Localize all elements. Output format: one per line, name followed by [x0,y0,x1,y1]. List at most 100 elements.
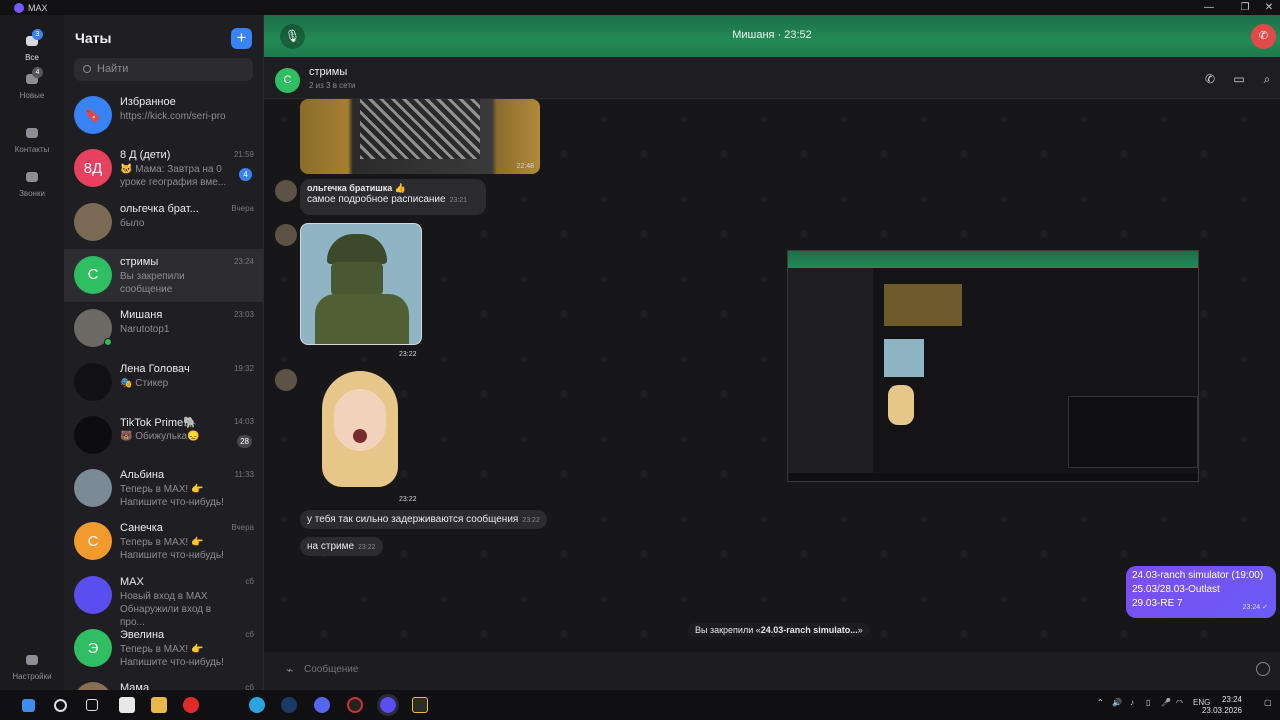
attach-icon[interactable]: ⌁ [286,663,293,677]
chat-list-item[interactable]: 🔖 Избранное https://kick.com/seri-pro [64,89,263,142]
chat-title[interactable]: стримы [309,66,347,78]
chat-list-item[interactable]: Мишаня Narutotop1 23:03 [64,302,263,355]
sender-avatar[interactable] [275,180,297,202]
sticker-memoji[interactable] [314,367,406,491]
file-explorer-icon[interactable] [151,697,167,713]
tray-chevron-icon[interactable]: ⌃ [1097,698,1104,707]
rail-settings[interactable]: Настройки [0,652,64,681]
message-text: на стриме [307,541,355,552]
image-message[interactable]: 22:48 [300,99,540,174]
pinned-message-preview: 24.03-ranch simulato... [760,625,858,635]
windows-start-icon[interactable] [22,699,35,712]
chat-name: Избранное [120,96,176,108]
rail-calls[interactable]: Звонки [0,169,64,198]
screen-share-preview[interactable] [787,250,1199,482]
rail-contacts[interactable]: Контакты [0,125,64,154]
chat-list-item[interactable]: TikTok Prime🐘 🐻 Обижулька😞 14:03 28 [64,409,263,462]
rail-label: Настройки [12,672,52,681]
search-icon[interactable] [54,699,67,712]
yandex-browser-icon[interactable] [183,697,199,713]
chat-list-panel: Чаты + Найти 🔖 Избранное https://kick.com/… [64,15,264,690]
chat-list-item[interactable]: С Санечка Теперь в MAX! 👉 Напишите что-ниб… [64,515,263,568]
tray-wifi-icon[interactable]: ◠ [1176,698,1183,707]
system-clock[interactable]: 23:24 23.03.2026 [1202,694,1242,716]
chat-list-item[interactable]: Лена Головач 🎭 Стикер 19:32 [64,356,263,409]
chat-preview: было [120,217,145,229]
video-call-icon[interactable]: ▭ [1231,71,1247,87]
chat-time: сб [245,683,254,690]
emoji-icon[interactable] [1256,662,1270,676]
rail-new[interactable]: 4 Новые [0,67,64,100]
pinned-suffix: » [857,625,863,635]
telegram-icon[interactable] [249,697,265,713]
chat-list-item[interactable]: Э Эвелина Теперь в MAX! 👉 Напишите что-ниб… [64,622,263,675]
task-view-icon[interactable] [86,699,98,711]
chat-list-item[interactable]: 8Д 8 Д (дети) 🐱 Мама: Завтра на 0 уроке ге… [64,142,263,195]
close-icon[interactable]: ✕ [1258,0,1280,15]
search-input[interactable]: Найти [74,58,253,81]
chat-avatar[interactable]: С [275,68,300,93]
chat-avatar [74,362,112,401]
minimize-icon[interactable]: — [1198,0,1220,15]
end-call-button[interactable]: ✆ [1251,24,1276,49]
chat-list-item[interactable]: Альбина Теперь в MAX! 👉 Напишите что-нибу… [64,462,263,515]
rail-all[interactable]: 3 Все [0,29,64,62]
chat-avatar: С [74,255,112,294]
message-bubble[interactable]: у тебя так сильно задерживаются сообщени… [300,510,547,529]
sender-avatar[interactable] [275,224,297,246]
app-icon[interactable] [412,697,428,713]
obs-icon[interactable] [347,697,363,713]
maximize-icon[interactable]: ❐ [1234,0,1256,15]
chat-preview: Вы закрепили сообщение [120,270,185,295]
tray-battery-icon[interactable]: ▯ [1146,698,1150,707]
search-icon[interactable]: ⌕ [1259,71,1275,87]
chat-header: С стримы 2 из 3 в сети ✆ ▭ ⌕ [264,57,1280,99]
tray-speaker-icon[interactable]: ♪ [1130,698,1134,707]
chats-icon: 3 [21,29,43,51]
pinned-notice[interactable]: Вы закрепили «24.03-ranch simulato...» [688,623,870,637]
notifications-icon[interactable]: ▢ [1264,698,1272,707]
discord-icon[interactable] [314,697,330,713]
unread-badge: 28 [237,434,252,448]
max-app-icon[interactable] [377,694,399,716]
message-input[interactable] [304,660,1244,680]
sender-avatar[interactable] [275,369,297,391]
clock-date: 23.03.2026 [1201,706,1242,715]
chat-name: Альбина [120,469,165,482]
tray-sound-icon[interactable]: 🔊 [1112,698,1122,707]
chat-name: MAX [120,575,144,588]
store-icon[interactable] [119,697,135,713]
chat-avatar: 8Д [74,149,112,188]
steam-icon[interactable] [281,697,297,713]
chat-list-item[interactable]: ольгечка брат... было Вчера [64,196,263,249]
rail-label: Звонки [19,189,45,198]
chat-name: Эвелина [120,629,165,641]
tray-mic-icon[interactable]: 🎤 [1161,698,1171,707]
message-bubble[interactable]: на стриме 23:22 [300,537,383,556]
chat-online-status: 2 из 3 в сети [309,81,356,90]
chat-name: ольгечка брат... [120,202,199,215]
chat-avatar [74,682,112,690]
chat-preview: Теперь в MAX! 👉 Напишите что-нибудь! [120,537,224,562]
new-chats-icon: 4 [21,67,43,89]
message-text: у тебя так сильно задерживаются сообщени… [307,514,519,525]
chat-name: Санечка [120,522,163,535]
contacts-icon [21,125,43,143]
window-title: MAX [28,2,48,13]
sticker-soldier[interactable] [300,223,422,345]
clock-time: 23:24 [1221,695,1242,704]
message-bubble[interactable]: ольгечка братишка 👍 самое подробное расп… [300,179,486,215]
new-chat-button[interactable]: + [231,28,252,49]
pinned-prefix: Вы закрепили « [695,625,761,635]
chat-list-item[interactable]: MAX Новый вход в MAX Обнаружили вход в пр… [64,569,263,628]
chat-time: Вчера [231,203,254,213]
call-icon[interactable]: ✆ [1202,71,1218,87]
chat-list-item[interactable]: Мама сб [64,675,263,690]
chat-name: стримы [120,255,159,268]
max-logo-icon [14,2,24,13]
outgoing-message[interactable]: 24.03-ranch simulator (19:00) 25.03/28.0… [1126,566,1276,618]
chat-list-item[interactable]: Сстримы Вы закрепили сообщение 23:24 [64,248,263,302]
active-call-bar[interactable]: 🎙 Мишаня · 23:52 ✆ [264,15,1280,57]
gear-icon [21,652,43,670]
chat-preview: Теперь в MAX! 👉 Напишите что-нибудь! [120,484,224,509]
